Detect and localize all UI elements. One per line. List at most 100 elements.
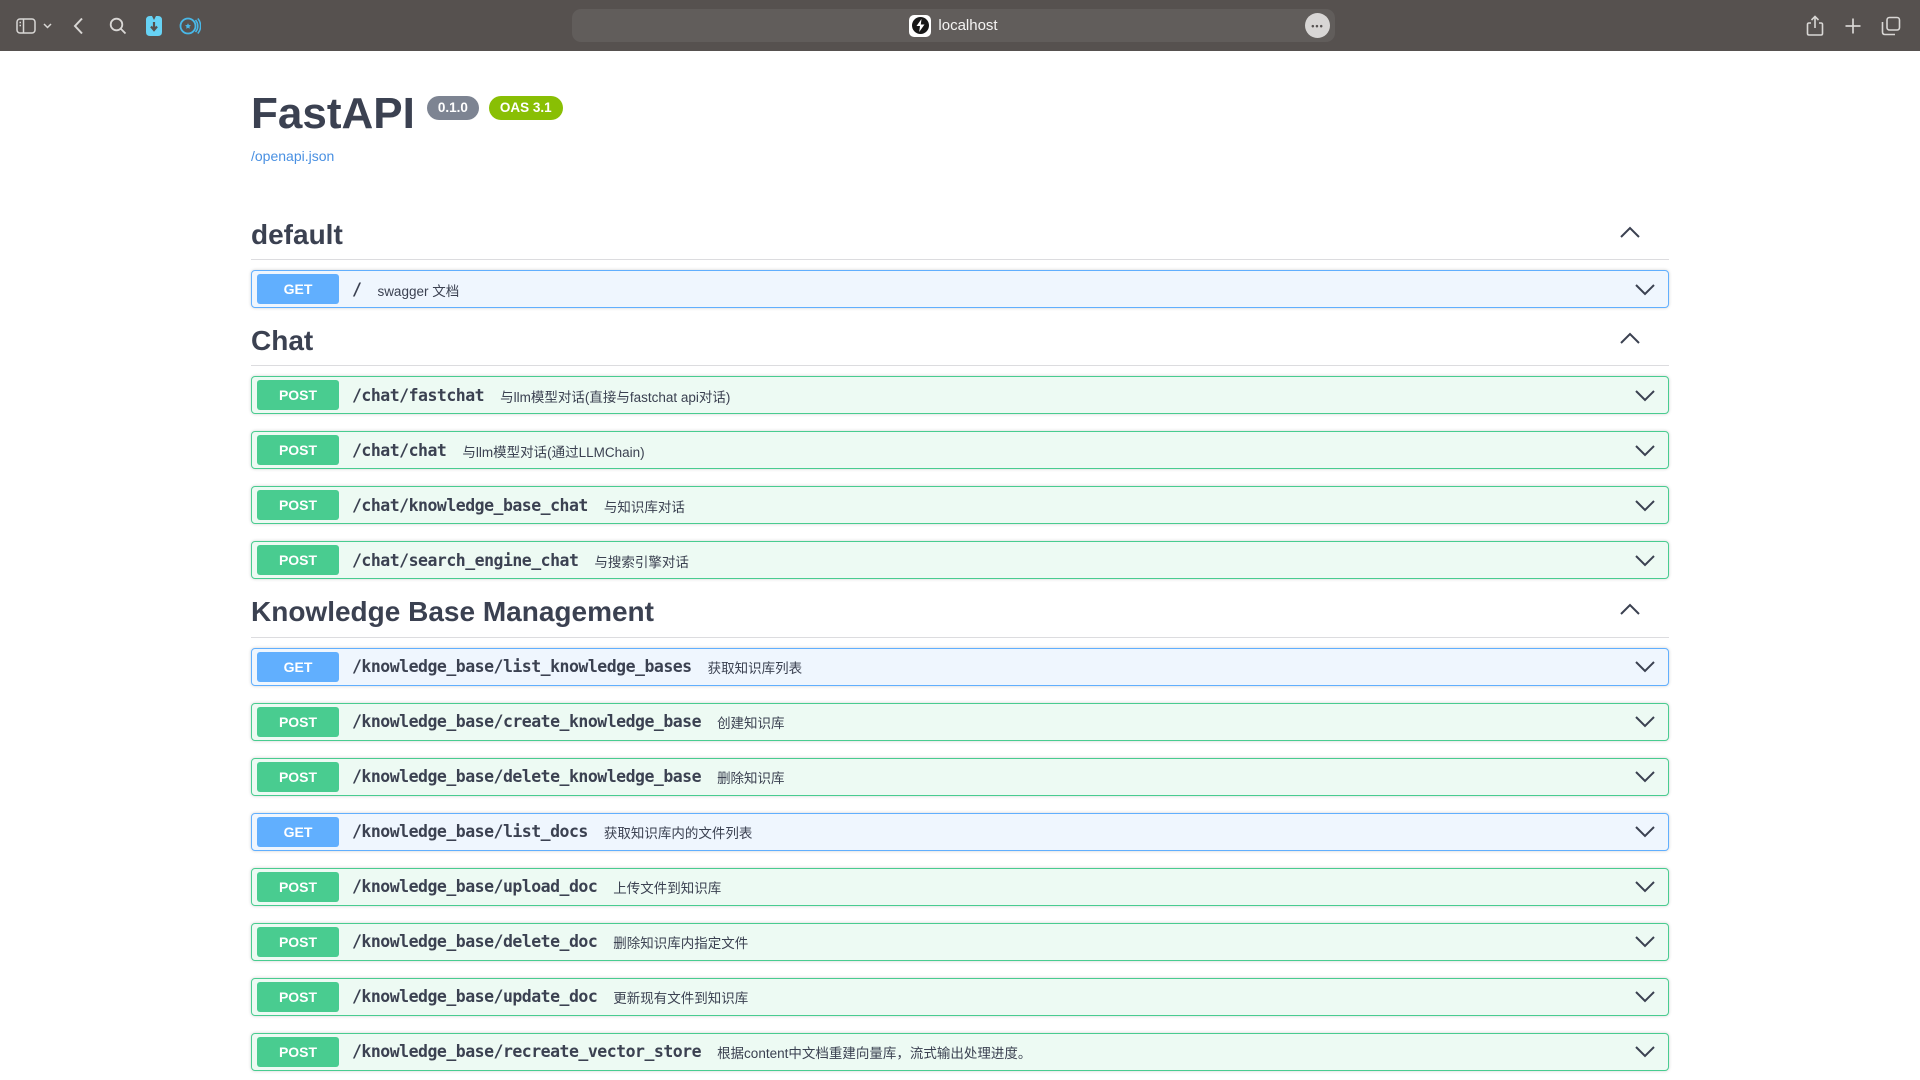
endpoint-path: /knowledge_base/upload_doc [352, 877, 597, 896]
method-badge: POST [257, 927, 339, 957]
endpoint-path: / [352, 280, 361, 299]
chevron-down-icon[interactable] [1634, 770, 1656, 783]
url-text: localhost [938, 17, 997, 34]
section-operations: GET / swagger 文档 [251, 260, 1669, 308]
share-icon[interactable] [1803, 14, 1827, 38]
endpoint-row[interactable]: POST /knowledge_base/update_doc 更新现有文件到知… [251, 978, 1669, 1016]
endpoint-path: /knowledge_base/delete_knowledge_base [352, 767, 701, 786]
chevron-down-icon[interactable] [1634, 554, 1656, 567]
endpoint-row[interactable]: POST /knowledge_base/recreate_vector_sto… [251, 1033, 1669, 1071]
endpoint-row[interactable]: POST /chat/chat 与llm模型对话(通过LLMChain) [251, 431, 1669, 469]
endpoint-summary: 与llm模型对话(通过LLMChain) [462, 441, 644, 461]
api-sections: default GET / swagger 文档 Chat [251, 219, 1669, 1071]
endpoint-summary: 与知识库对话 [604, 496, 685, 516]
endpoint-row[interactable]: GET / swagger 文档 [251, 270, 1669, 308]
endpoint-path: /knowledge_base/delete_doc [352, 932, 597, 951]
openapi-spec-link[interactable]: /openapi.json [251, 148, 334, 164]
page-title: FastAPI [251, 92, 415, 136]
endpoint-summary: 获取知识库列表 [708, 657, 803, 677]
endpoint-row[interactable]: POST /knowledge_base/delete_doc 删除知识库内指定… [251, 923, 1669, 961]
endpoint-path: /chat/chat [352, 441, 446, 460]
chevron-up-icon[interactable] [1619, 603, 1641, 621]
section-header[interactable]: Knowledge Base Management [251, 596, 1669, 637]
endpoint-path: /knowledge_base/recreate_vector_store [352, 1042, 701, 1061]
endpoint-path: /knowledge_base/list_knowledge_bases [352, 657, 692, 676]
endpoint-row[interactable]: POST /knowledge_base/create_knowledge_ba… [251, 703, 1669, 741]
chevron-down-icon[interactable] [1634, 825, 1656, 838]
method-badge: POST [257, 1037, 339, 1067]
oas-badge: OAS 3.1 [489, 96, 563, 120]
endpoint-summary: 与搜索引擎对话 [594, 551, 689, 571]
section-header[interactable]: Chat [251, 325, 1669, 366]
endpoint-summary: swagger 文档 [377, 280, 459, 300]
extension-bookmark-icon[interactable] [142, 14, 166, 38]
endpoint-summary: 删除知识库 [717, 767, 785, 787]
api-section: Knowledge Base Management GET /knowledge… [251, 596, 1669, 1070]
method-badge: GET [257, 274, 339, 304]
address-bar[interactable]: localhost ••• [572, 9, 1335, 42]
section-header[interactable]: default [251, 219, 1669, 260]
chevron-down-icon[interactable] [1634, 1045, 1656, 1058]
chevron-down-icon[interactable] [1634, 935, 1656, 948]
back-icon[interactable] [66, 14, 90, 38]
method-badge: POST [257, 435, 339, 465]
chevron-down-icon[interactable] [1634, 660, 1656, 673]
endpoint-row[interactable]: POST /chat/fastchat 与llm模型对话(直接与fastchat… [251, 376, 1669, 414]
endpoint-path: /knowledge_base/list_docs [352, 822, 588, 841]
method-badge: POST [257, 762, 339, 792]
section-operations: GET /knowledge_base/list_knowledge_bases… [251, 638, 1669, 1071]
endpoint-summary: 创建知识库 [717, 712, 785, 732]
method-badge: GET [257, 817, 339, 847]
endpoint-summary: 获取知识库内的文件列表 [604, 822, 753, 842]
tab-overview-icon[interactable] [1879, 14, 1903, 38]
method-badge: POST [257, 490, 339, 520]
endpoint-summary: 根据content中文档重建向量库，流式输出处理进度。 [717, 1042, 1031, 1062]
endpoint-path: /chat/search_engine_chat [352, 551, 578, 570]
endpoint-path: /chat/fastchat [352, 386, 484, 405]
section-operations: POST /chat/fastchat 与llm模型对话(直接与fastchat… [251, 366, 1669, 579]
api-info: FastAPI 0.1.0 OAS 3.1 /openapi.json [251, 92, 1669, 166]
chevron-down-icon[interactable] [1634, 389, 1656, 402]
method-badge: GET [257, 652, 339, 682]
endpoint-path: /knowledge_base/create_knowledge_base [352, 712, 701, 731]
chevron-down-icon[interactable] [1634, 499, 1656, 512]
endpoint-summary: 更新现有文件到知识库 [613, 987, 748, 1007]
new-tab-icon[interactable] [1841, 14, 1865, 38]
chevron-up-icon[interactable] [1619, 226, 1641, 244]
chevron-down-icon[interactable] [40, 14, 54, 38]
browser-toolbar: localhost ••• [0, 0, 1920, 51]
api-section: default GET / swagger 文档 [251, 219, 1669, 308]
chevron-down-icon[interactable] [1634, 715, 1656, 728]
section-title: Knowledge Base Management [251, 596, 654, 628]
endpoint-summary: 与llm模型对话(直接与fastchat api对话) [500, 386, 730, 406]
method-badge: POST [257, 380, 339, 410]
endpoint-path: /knowledge_base/update_doc [352, 987, 597, 1006]
sidebar-toggle-icon[interactable] [14, 14, 38, 38]
endpoint-summary: 删除知识库内指定文件 [613, 932, 748, 952]
swagger-page: FastAPI 0.1.0 OAS 3.1 /openapi.json defa… [251, 51, 1669, 1071]
reader-options-icon[interactable]: ••• [1305, 13, 1330, 38]
method-badge: POST [257, 872, 339, 902]
endpoint-row[interactable]: GET /knowledge_base/list_knowledge_bases… [251, 648, 1669, 686]
chevron-down-icon[interactable] [1634, 990, 1656, 1003]
version-badge: 0.1.0 [427, 96, 479, 120]
endpoint-row[interactable]: POST /knowledge_base/upload_doc 上传文件到知识库 [251, 868, 1669, 906]
method-badge: POST [257, 982, 339, 1012]
endpoint-row[interactable]: POST /chat/knowledge_base_chat 与知识库对话 [251, 486, 1669, 524]
endpoint-summary: 上传文件到知识库 [613, 877, 721, 897]
method-badge: POST [257, 707, 339, 737]
endpoint-row[interactable]: POST /chat/search_engine_chat 与搜索引擎对话 [251, 541, 1669, 579]
endpoint-row[interactable]: GET /knowledge_base/list_docs 获取知识库内的文件列… [251, 813, 1669, 851]
section-title: default [251, 219, 343, 251]
search-icon[interactable] [106, 14, 130, 38]
site-favicon [909, 15, 931, 37]
chevron-down-icon[interactable] [1634, 444, 1656, 457]
chevron-up-icon[interactable] [1619, 332, 1641, 350]
endpoint-row[interactable]: POST /knowledge_base/delete_knowledge_ba… [251, 758, 1669, 796]
method-badge: POST [257, 545, 339, 575]
api-section: Chat POST /chat/fastchat 与llm模型对话(直接与fas… [251, 325, 1669, 579]
extension-broadcast-icon[interactable] [178, 14, 202, 38]
chevron-down-icon[interactable] [1634, 283, 1656, 296]
chevron-down-icon[interactable] [1634, 880, 1656, 893]
endpoint-path: /chat/knowledge_base_chat [352, 496, 588, 515]
